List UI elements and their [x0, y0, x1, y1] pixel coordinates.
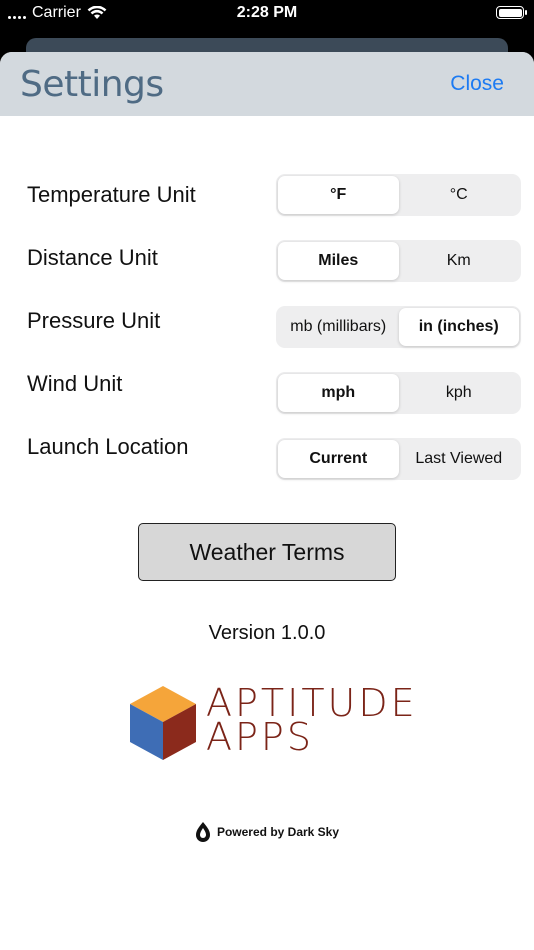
battery-icon [496, 6, 527, 19]
launch-location-segmented-control: Current Last Viewed [276, 438, 521, 480]
logo-text: APTITUDE APPS [206, 684, 418, 759]
wind-option-kph[interactable]: kph [399, 374, 520, 412]
page-title: Settings [20, 64, 164, 105]
temperature-row: Temperature Unit °F °C [0, 174, 534, 218]
close-button[interactable]: Close [450, 72, 504, 96]
temperature-segmented-control: °F °C [276, 174, 521, 216]
pressure-segmented-control: mb (millibars) in (inches) [276, 306, 521, 348]
version-text: Version 1.0.0 [208, 622, 326, 644]
distance-row: Distance Unit Miles Km [0, 240, 534, 284]
launch-location-label: Launch Location [27, 434, 189, 459]
distance-segmented-control: Miles Km [276, 240, 521, 282]
powered-by-label: Powered by Dark Sky [216, 825, 340, 839]
pressure-option-millibars[interactable]: mb (millibars) [278, 308, 399, 346]
pressure-option-inches[interactable]: in (inches) [398, 308, 519, 346]
wind-option-mph[interactable]: mph [278, 374, 399, 412]
status-bar: Carrier 2:28 PM [0, 0, 534, 36]
distance-option-miles[interactable]: Miles [278, 242, 399, 280]
distance-option-km[interactable]: Km [399, 242, 520, 280]
wind-row: Wind Unit mph kph [0, 371, 534, 416]
settings-sheet: Settings Close Temperature Unit °F °C Di… [0, 52, 534, 950]
launch-location-row: Launch Location Current Last Viewed [0, 434, 534, 482]
launch-option-last-viewed[interactable]: Last Viewed [399, 440, 520, 478]
temperature-option-fahrenheit[interactable]: °F [278, 176, 399, 214]
powered-by-dark-sky[interactable]: Powered by Dark Sky [0, 822, 534, 842]
sheet-header: Settings Close [0, 52, 534, 116]
pressure-label: Pressure Unit [27, 308, 161, 333]
distance-label: Distance Unit [27, 245, 158, 270]
wind-label: Wind Unit [27, 371, 123, 396]
logo-line-2: APPS [206, 715, 314, 759]
cube-icon [130, 686, 196, 760]
launch-option-current[interactable]: Current [278, 440, 399, 478]
temperature-label: Temperature Unit [27, 182, 196, 207]
pressure-row: Pressure Unit mb (millibars) in (inches) [0, 306, 534, 350]
weather-terms-button[interactable]: Weather Terms [138, 523, 396, 581]
status-time: 2:28 PM [236, 4, 298, 21]
aptitude-apps-logo: APTITUDE APPS [130, 684, 415, 764]
wind-segmented-control: mph kph [276, 372, 521, 414]
dark-sky-icon [195, 822, 210, 842]
temperature-option-celsius[interactable]: °C [399, 176, 520, 214]
